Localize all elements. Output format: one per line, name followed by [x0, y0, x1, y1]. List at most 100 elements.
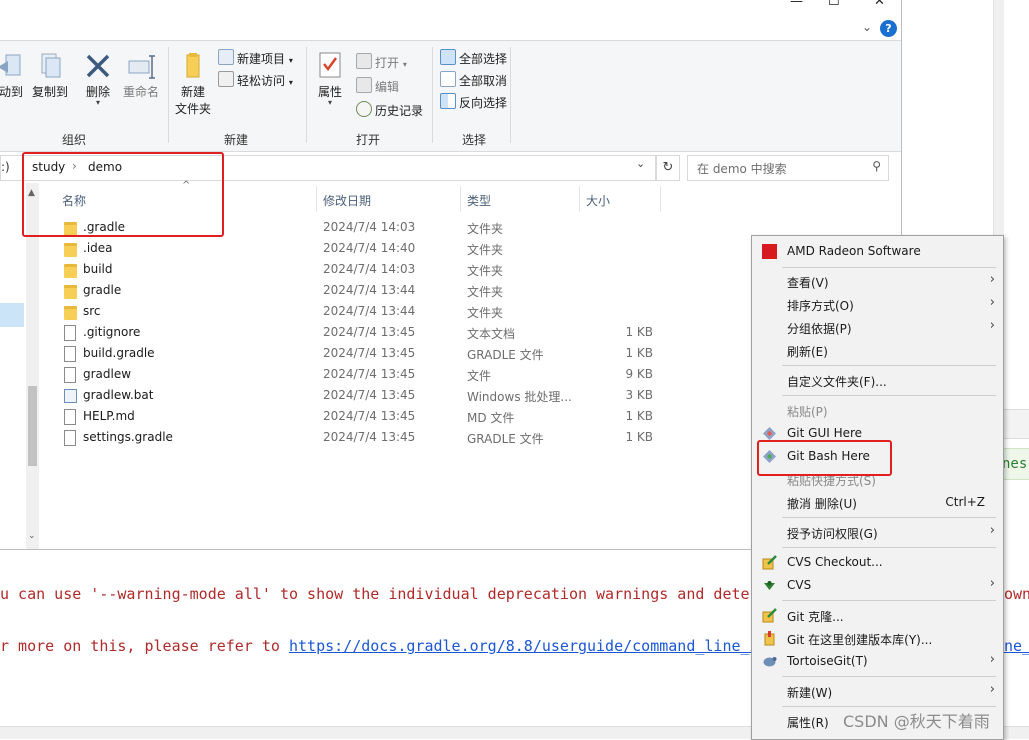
column-divider[interactable]	[460, 186, 461, 212]
file-modified-date: 2024/7/4 14:40	[323, 241, 416, 255]
console-warning-line-tail: own	[1004, 585, 1029, 603]
file-type: 文件夹	[467, 285, 504, 299]
submenu-arrow-icon: ›	[989, 576, 995, 591]
column-divider[interactable]	[316, 186, 317, 212]
console-refer-line: r more on this, please refer to https://…	[0, 637, 759, 655]
menu-item-refresh[interactable]: 刷新(E)	[752, 339, 1003, 362]
column-divider[interactable]	[660, 186, 661, 212]
file-name: .gitignore	[83, 325, 141, 339]
file-modified-date: 2024/7/4 13:44	[323, 283, 416, 297]
select-none-icon	[440, 71, 456, 87]
file-row[interactable]: settings.gradle 2024/7/4 13:45 GRADLE 文件 1 …	[60, 428, 660, 449]
close-icon[interactable]: ✕	[874, 0, 885, 9]
menu-label: Git 克隆...	[787, 610, 844, 624]
ribbon-collapse-icon[interactable]: ⌄	[862, 20, 872, 34]
file-modified-date: 2024/7/4 14:03	[323, 220, 416, 234]
file-row[interactable]: build.gradle 2024/7/4 13:45 GRADLE 文件 1 KB	[60, 344, 660, 365]
file-row[interactable]: gradlew.bat 2024/7/4 13:45 Windows 批处理... 3…	[60, 386, 660, 407]
menu-item-customize-folder[interactable]: 自定义文件夹(F)...	[752, 369, 1003, 392]
address-history-dropdown-icon[interactable]: ⌄	[636, 157, 645, 170]
file-row[interactable]: build 2024/7/4 14:03 文件夹	[60, 260, 660, 281]
menu-shortcut: Ctrl+Z	[945, 495, 985, 509]
menu-item-cvs-checkout[interactable]: CVS Checkout...	[752, 551, 1003, 574]
file-modified-date: 2024/7/4 13:45	[323, 346, 416, 360]
select-all-button[interactable]: 全部选择	[440, 49, 507, 67]
file-row[interactable]: src 2024/7/4 13:44 文件夹	[60, 302, 660, 323]
nav-scrollbar-thumb[interactable]	[28, 386, 37, 466]
scroll-down-icon[interactable]: ⌄	[28, 531, 36, 541]
menu-item-view[interactable]: 查看(V) ›	[752, 270, 1003, 293]
submenu-arrow-icon: ›	[989, 272, 995, 287]
new-folder-button[interactable]: 新建 文件夹	[174, 51, 212, 117]
menu-item-git-create-repo[interactable]: Git 在这里创建版本库(Y)...	[752, 627, 1003, 650]
search-input[interactable]: 在 demo 中搜索 ⚲	[687, 155, 889, 181]
file-row[interactable]: HELP.md 2024/7/4 13:45 MD 文件 1 KB	[60, 407, 660, 428]
menu-label: 撤消 删除(U)	[787, 497, 857, 511]
invert-selection-label: 反向选择	[459, 96, 508, 110]
rename-button[interactable]: 重命名	[120, 51, 162, 100]
new-item-button[interactable]: 新建项目 ▾	[218, 49, 293, 67]
menu-item-new[interactable]: 新建(W) ›	[752, 680, 1003, 703]
submenu-arrow-icon: ›	[989, 318, 995, 333]
maximize-icon[interactable]: ☐	[828, 0, 840, 9]
nav-scrollbar[interactable]	[26, 183, 39, 549]
file-row[interactable]: gradle 2024/7/4 13:44 文件夹	[60, 281, 660, 302]
menu-item-paste[interactable]: 粘贴(P)	[752, 399, 1003, 422]
menu-item-cvs[interactable]: CVS ›	[752, 574, 1003, 597]
rename-label: 重命名	[122, 85, 159, 99]
column-header-size[interactable]: 大小	[586, 192, 610, 209]
column-divider[interactable]	[579, 186, 580, 212]
menu-item-git-clone[interactable]: Git 克隆...	[752, 604, 1003, 627]
history-button[interactable]: 历史记录	[356, 101, 423, 119]
menu-item-undo-delete[interactable]: 撤消 删除(U) Ctrl+Z	[752, 491, 1003, 514]
file-row[interactable]: .gitignore 2024/7/4 13:45 文本文档 1 KB	[60, 323, 660, 344]
help-icon[interactable]: ?	[880, 20, 897, 37]
open-button[interactable]: 打开 ▾	[356, 53, 407, 71]
copy-to-button[interactable]: 复制到	[30, 51, 70, 100]
open-group-label: 打开	[356, 133, 381, 147]
menu-label: TortoiseGit(T)	[787, 654, 868, 668]
file-size: 3 KB	[625, 388, 653, 402]
menu-item-group[interactable]: 分组依据(P) ›	[752, 316, 1003, 339]
console-warning-line: u can use '--warning-mode all' to show t…	[0, 585, 759, 603]
console-docs-link[interactable]: https://docs.gradle.org/8.8/userguide/co…	[289, 637, 759, 655]
search-icon[interactable]: ⚲	[872, 159, 881, 173]
file-row[interactable]: gradlew 2024/7/4 13:45 文件 9 KB	[60, 365, 660, 386]
console-docs-link-tail[interactable]: ne_	[1004, 637, 1029, 655]
refresh-icon[interactable]: ↻	[656, 155, 680, 181]
properties-dropdown-icon[interactable]: ▾	[314, 98, 346, 107]
menu-item-tortoisegit[interactable]: TortoiseGit(T) ›	[752, 650, 1003, 673]
rename-icon	[128, 55, 155, 79]
edit-button[interactable]: 编辑	[356, 77, 399, 95]
column-header-modified[interactable]: 修改日期	[323, 192, 371, 209]
easy-access-button[interactable]: 轻松访问 ▾	[218, 71, 293, 89]
menu-item-grant-access[interactable]: 授予访问权限(G) ›	[752, 521, 1003, 544]
search-placeholder: 在 demo 中搜索	[697, 162, 787, 176]
column-header-type[interactable]: 类型	[467, 192, 491, 209]
file-type: 文件夹	[467, 243, 504, 257]
nav-selected-item[interactable]	[0, 303, 24, 327]
new-folder-label-2: 文件夹	[174, 102, 211, 116]
new-item-icon	[218, 49, 234, 65]
move-to-icon	[0, 54, 21, 76]
move-to-button[interactable]: 动到	[0, 51, 26, 100]
file-size: 1 KB	[625, 346, 653, 360]
batch-file-icon	[64, 389, 77, 403]
menu-label: AMD Radeon Software	[787, 244, 921, 258]
delete-dropdown-icon[interactable]: ▾	[82, 98, 114, 107]
select-none-button[interactable]: 全部取消	[440, 71, 507, 89]
invert-selection-icon	[440, 93, 456, 109]
invert-selection-button[interactable]: 反向选择	[440, 93, 507, 111]
move-to-label: 动到	[0, 85, 23, 99]
file-type: MD 文件	[467, 411, 515, 425]
minimize-icon[interactable]: —	[790, 0, 803, 9]
menu-item-sort[interactable]: 排序方式(O) ›	[752, 293, 1003, 316]
delete-button[interactable]: 删除 ▾	[82, 51, 114, 107]
file-modified-date: 2024/7/4 13:45	[323, 409, 416, 423]
file-name: src	[83, 304, 101, 318]
file-name: settings.gradle	[83, 430, 173, 444]
menu-item-amd-radeon[interactable]: AMD Radeon Software	[752, 240, 1003, 263]
properties-button[interactable]: 属性 ▾	[314, 51, 346, 107]
file-modified-date: 2024/7/4 13:45	[323, 367, 416, 381]
file-row[interactable]: .idea 2024/7/4 14:40 文件夹	[60, 239, 660, 260]
